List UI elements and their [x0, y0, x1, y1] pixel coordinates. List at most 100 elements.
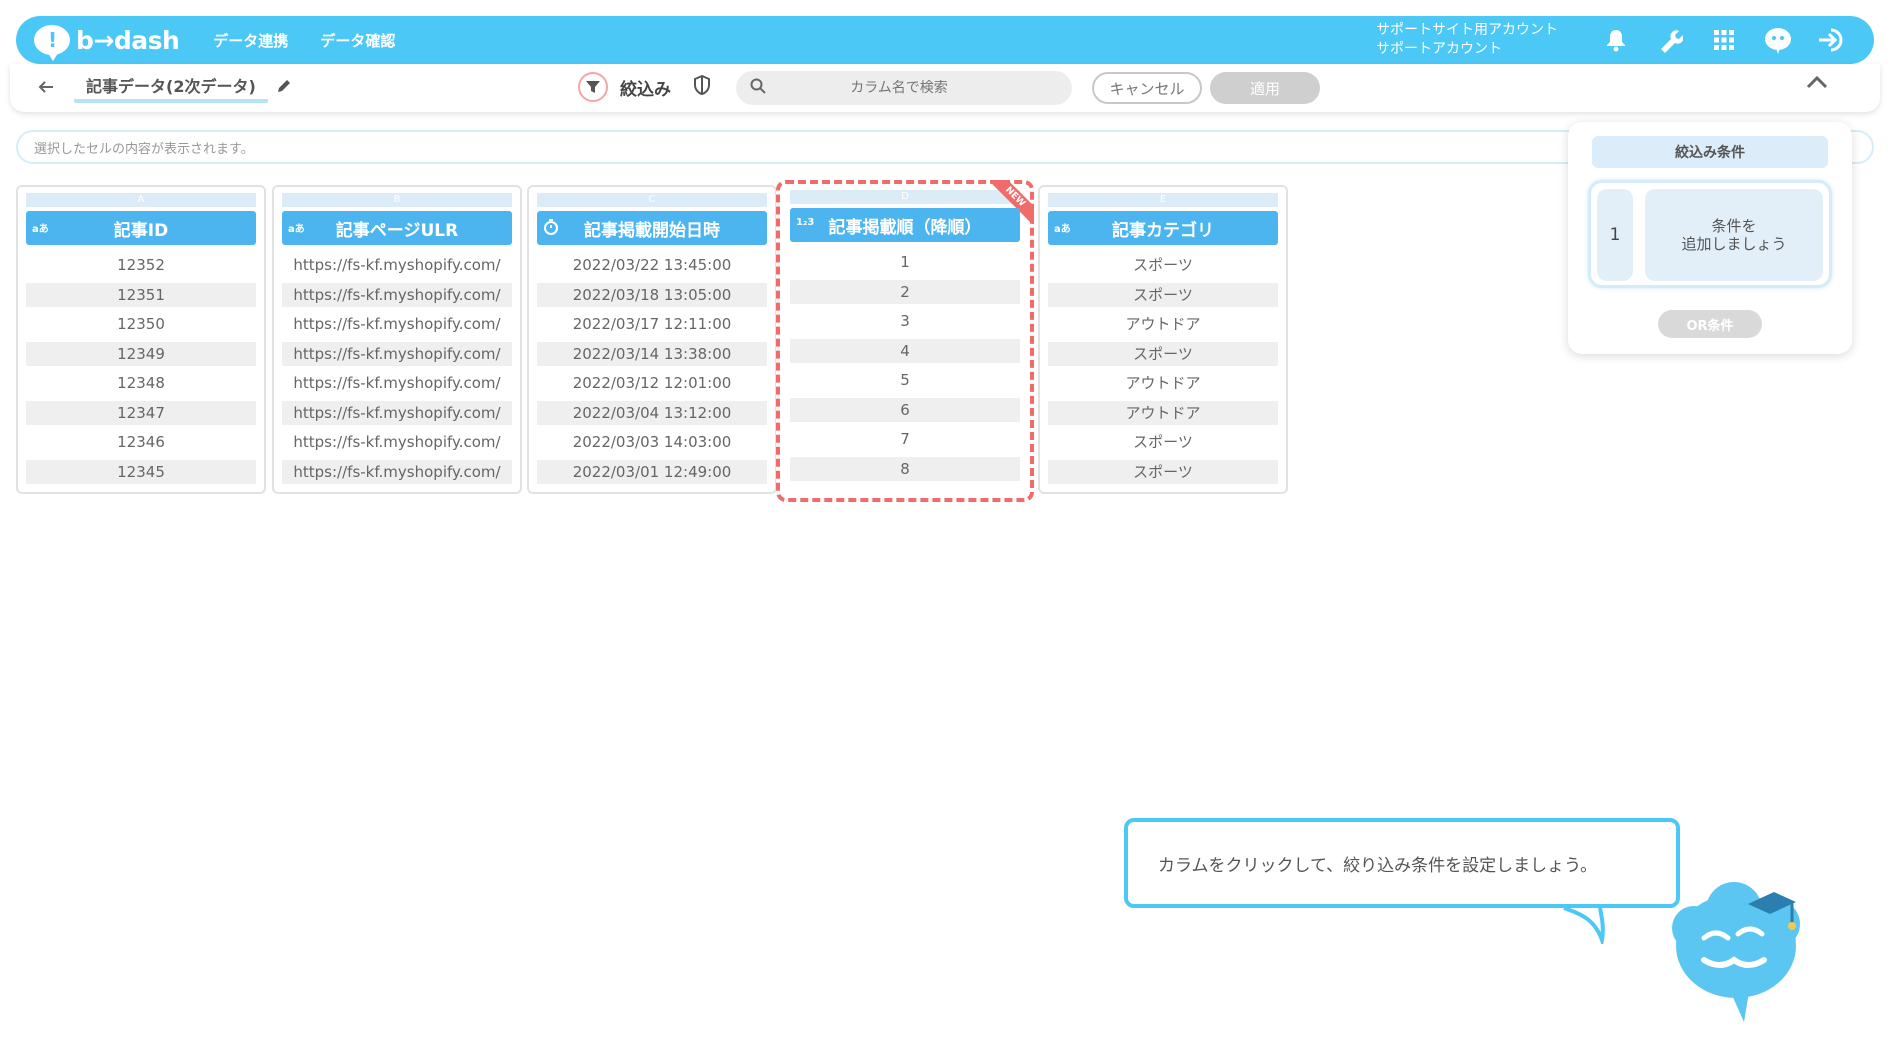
- column-letter: D: [790, 190, 1020, 204]
- table-cell[interactable]: 12348: [26, 371, 256, 395]
- filter-conditions-panel: 絞込み条件 1 条件を 追加しましょう OR条件: [1568, 122, 1852, 354]
- shield-icon[interactable]: [693, 74, 711, 99]
- search-icon: [750, 78, 766, 98]
- table-cell[interactable]: 3: [790, 309, 1020, 333]
- condition-number: 1: [1597, 189, 1633, 281]
- table-cell[interactable]: 2: [790, 279, 1020, 304]
- column-a[interactable]: A aあ 記事ID 12352 12351 12350 12349 12348 …: [16, 185, 266, 494]
- mascot-brain-icon: [1664, 876, 1814, 1030]
- bell-icon[interactable]: [1600, 24, 1632, 56]
- column-header[interactable]: aあ 記事ページULR: [282, 211, 512, 245]
- mascot-help-icon[interactable]: [1762, 24, 1794, 56]
- column-header[interactable]: aあ 記事ID: [26, 211, 256, 245]
- account-info[interactable]: サポートサイト用アカウント サポートアカウント: [1376, 21, 1576, 59]
- main-nav: データ連携 データ確認: [213, 30, 395, 51]
- column-d[interactable]: NEW D 1₂3 記事掲載順（降順） 1 2 3 4 5 6 7 8: [776, 180, 1034, 502]
- table-cell[interactable]: https://fs-kf.myshopify.com/: [282, 282, 512, 307]
- table-cell[interactable]: 12350: [26, 312, 256, 336]
- table-cell[interactable]: スポーツ: [1048, 459, 1278, 484]
- page-title: 記事データ(2次データ): [74, 73, 268, 103]
- or-condition-button[interactable]: OR条件: [1658, 310, 1762, 338]
- account-name: サポートサイト用アカウント: [1376, 22, 1558, 38]
- table-cell[interactable]: 5: [790, 368, 1020, 392]
- table-cell[interactable]: https://fs-kf.myshopify.com/: [282, 400, 512, 425]
- cancel-button[interactable]: キャンセル: [1092, 72, 1202, 104]
- add-condition-line1: 条件を: [1711, 217, 1757, 235]
- filter-label: 絞込み: [620, 79, 671, 100]
- table-cell[interactable]: 12352: [26, 253, 256, 277]
- logo[interactable]: b→dash: [34, 25, 180, 61]
- table-cell[interactable]: https://fs-kf.myshopify.com/: [282, 459, 512, 484]
- title-area: 記事データ(2次データ): [74, 73, 292, 103]
- table-cell[interactable]: 6: [790, 397, 1020, 422]
- number-type-icon: 1₂3: [796, 217, 815, 228]
- table-cell[interactable]: アウトドア: [1048, 400, 1278, 425]
- chevron-up-icon[interactable]: [1806, 74, 1828, 93]
- add-condition-slot[interactable]: 条件を 追加しましょう: [1645, 189, 1823, 281]
- table-cell[interactable]: 12347: [26, 400, 256, 425]
- text-type-icon: aあ: [32, 224, 49, 235]
- edit-pencil-icon[interactable]: [276, 78, 292, 98]
- table-cell[interactable]: 7: [790, 427, 1020, 451]
- table-cell[interactable]: 1: [790, 250, 1020, 274]
- column-header[interactable]: aあ 記事カテゴリ: [1048, 211, 1278, 245]
- text-type-icon: aあ: [1054, 224, 1071, 235]
- top-bar: b→dash データ連携 データ確認 サポートサイト用アカウント サポートアカウ…: [16, 16, 1874, 64]
- table-cell[interactable]: 12349: [26, 341, 256, 366]
- column-name: 記事掲載開始日時: [584, 220, 720, 241]
- table-cell[interactable]: スポーツ: [1048, 253, 1278, 277]
- nav-data-integration[interactable]: データ連携: [213, 30, 288, 51]
- table-cell[interactable]: 2022/03/03 14:03:00: [537, 430, 767, 454]
- header-icons: [1600, 24, 1848, 56]
- table-cell[interactable]: 2022/03/12 12:01:00: [537, 371, 767, 395]
- account-user: サポートアカウント: [1376, 41, 1502, 57]
- column-letter: A: [26, 193, 256, 207]
- apps-grid-icon[interactable]: [1708, 24, 1740, 56]
- column-b[interactable]: B aあ 記事ページULR https://fs-kf.myshopify.co…: [272, 185, 522, 494]
- column-letter: C: [537, 193, 767, 207]
- column-c[interactable]: C 記事掲載開始日時 2022/03/22 13:45:00 2022/03/1…: [527, 185, 777, 494]
- table-cell[interactable]: 4: [790, 338, 1020, 363]
- table-cell[interactable]: 12346: [26, 430, 256, 454]
- logout-icon[interactable]: [1816, 24, 1848, 56]
- table-cell[interactable]: https://fs-kf.myshopify.com/: [282, 371, 512, 395]
- table-cell[interactable]: 2022/03/18 13:05:00: [537, 282, 767, 307]
- column-rows: 1 2 3 4 5 6 7 8: [790, 250, 1020, 481]
- table-cell[interactable]: 12345: [26, 459, 256, 484]
- table-cell[interactable]: 2022/03/01 12:49:00: [537, 459, 767, 484]
- logo-text: b→dash: [76, 25, 180, 55]
- column-letter: B: [282, 193, 512, 207]
- column-name: 記事掲載順（降順）: [828, 217, 982, 238]
- column-letter: E: [1048, 193, 1278, 207]
- table-cell[interactable]: 12351: [26, 282, 256, 307]
- text-type-icon: aあ: [288, 224, 305, 235]
- table-cell[interactable]: https://fs-kf.myshopify.com/: [282, 430, 512, 454]
- column-rows: 12352 12351 12350 12349 12348 12347 1234…: [26, 253, 256, 484]
- column-name: 記事カテゴリ: [1112, 220, 1214, 241]
- column-search-input[interactable]: [766, 80, 1032, 96]
- table-cell[interactable]: スポーツ: [1048, 282, 1278, 307]
- table-cell[interactable]: 2022/03/17 12:11:00: [537, 312, 767, 336]
- table-cell[interactable]: スポーツ: [1048, 341, 1278, 366]
- condition-group: 1 条件を 追加しましょう: [1588, 180, 1832, 288]
- table-cell[interactable]: 8: [790, 456, 1020, 481]
- column-search: [736, 71, 1072, 105]
- table-cell[interactable]: スポーツ: [1048, 430, 1278, 454]
- wrench-icon[interactable]: [1654, 24, 1686, 56]
- table-cell[interactable]: https://fs-kf.myshopify.com/: [282, 341, 512, 366]
- table-cell[interactable]: 2022/03/22 13:45:00: [537, 253, 767, 277]
- column-header[interactable]: 記事掲載開始日時: [537, 211, 767, 245]
- back-arrow-icon[interactable]: [38, 78, 58, 99]
- column-header[interactable]: 1₂3 記事掲載順（降順）: [790, 208, 1020, 242]
- column-name: 記事ページULR: [335, 220, 459, 241]
- table-cell[interactable]: https://fs-kf.myshopify.com/: [282, 253, 512, 277]
- filter-funnel-icon[interactable]: [578, 72, 608, 102]
- table-cell[interactable]: アウトドア: [1048, 371, 1278, 395]
- nav-data-check[interactable]: データ確認: [320, 30, 395, 51]
- table-cell[interactable]: 2022/03/04 13:12:00: [537, 400, 767, 425]
- apply-button[interactable]: 適用: [1210, 72, 1320, 104]
- column-e[interactable]: E aあ 記事カテゴリ スポーツ スポーツ アウトドア スポーツ アウトドア ア…: [1038, 185, 1288, 494]
- table-cell[interactable]: https://fs-kf.myshopify.com/: [282, 312, 512, 336]
- table-cell[interactable]: アウトドア: [1048, 312, 1278, 336]
- table-cell[interactable]: 2022/03/14 13:38:00: [537, 341, 767, 366]
